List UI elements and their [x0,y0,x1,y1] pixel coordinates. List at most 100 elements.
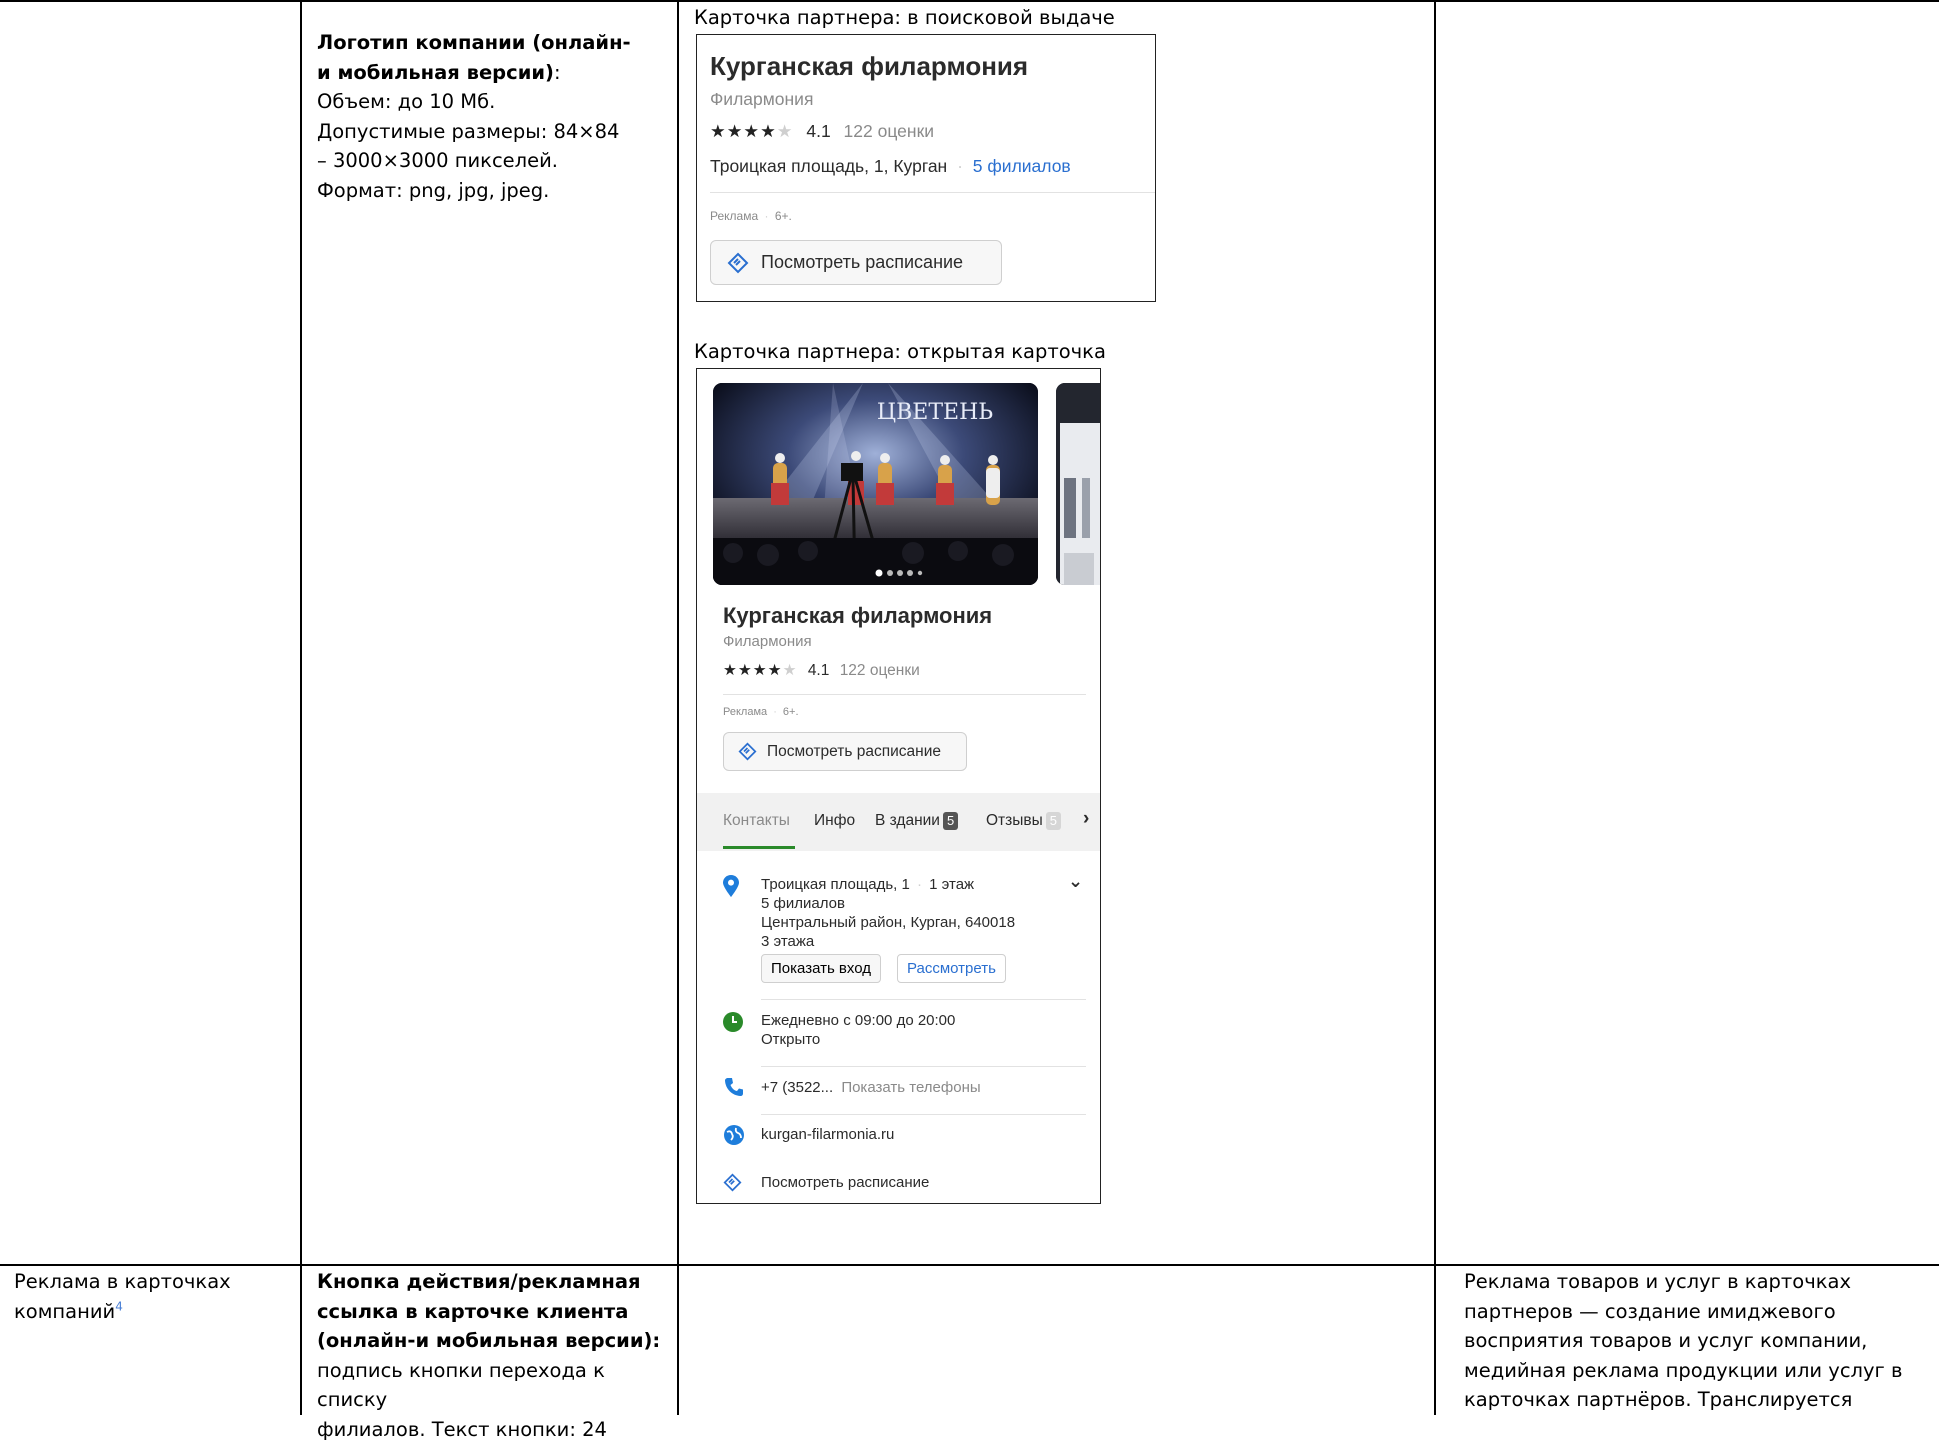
ad-label: Реклама [710,209,759,223]
rating-stars-icon: ★★★★★ [723,662,798,679]
ad-description: Реклама товаров и услуг в карточках парт… [1464,1267,1934,1415]
phone-row: +7 (3522... Показать телефоны [761,1079,981,1096]
ad-desc-line1: Реклама товаров и услуг в карточках [1464,1270,1851,1293]
show-entrance-label: Показать вход [771,960,871,977]
search-card-title[interactable]: Курганская филармония [710,51,1028,82]
ad-desc-line2: партнеров — создание имиджевого [1464,1299,1836,1323]
action-heading-line3: (онлайн-и мобильная версии): [317,1329,661,1353]
open-card-rating-row: ★★★★★ 4.1 122 оценки [723,661,920,680]
ad-in-cards-label: Реклама в карточках компаний4 [14,1267,294,1326]
open-card-divider [723,694,1086,695]
ad-desc-line3: восприятия товаров и услуг компании, [1464,1329,1868,1353]
building-photo[interactable] [1056,383,1100,585]
open-card-ad-label: Реклама · 6+. [723,706,799,718]
ticket-icon [727,252,749,273]
rating-stars-icon: ★★★★★ [710,121,794,141]
floors-text: 3 этажа [761,933,815,950]
logo-heading-line1: Логотип компании (онлайн- [317,31,631,54]
age-rating: 6+. [774,209,792,223]
contacts-divider [761,999,1086,1000]
search-card-ad-label: Реклама · 6+. [710,209,792,223]
open-card-schedule-button[interactable]: Посмотреть расписание [723,732,967,771]
rating-count: 122 оценки [839,662,920,679]
globe-icon [724,1125,744,1145]
view-button[interactable]: Рассмотреть [897,954,1006,983]
tabs-scroll-right-icon[interactable]: › [1083,808,1089,830]
tab-in-building-badge: 5 [942,812,959,830]
action-heading-line1: Кнопка действия/рекламная [317,1270,641,1293]
document-page: Логотип компании (онлайн- и мобильная ве… [0,0,1939,1441]
schedule-button-label: Посмотреть расписание [767,742,942,760]
open-card-tabs: Контакты Инфо В здании 5 Отзывы 5 › [697,793,1100,851]
contacts-divider [761,1114,1086,1115]
footnote-ref[interactable]: 4 [115,1299,123,1313]
show-phones-link[interactable]: Показать телефоны [841,1079,980,1096]
logo-format: Формат: png, jpg, jpeg. [317,178,550,202]
action-desc-line2: филиалов. Текст кнопки: 24 [317,1417,607,1441]
concert-stage-image: ЦВЕТЕНЬ [713,383,1038,585]
open-card-category: Филармония [723,633,812,650]
tab-reviews-badge: 5 [1045,812,1062,830]
action-button-requirements: Кнопка действия/рекламная ссылка в карто… [317,1267,672,1445]
address-line: Троицкая площадь, 1 · 1 этаж [761,876,974,893]
logo-dimensions-max: – 3000×3000 пикселей. [317,149,558,173]
action-desc-line1: подпись кнопки перехода к списку [317,1358,605,1412]
logo-size-limit: Объем: до 10 Мб. [317,90,496,114]
hours-text: Ежедневно с 09:00 до 20:00 [761,1012,956,1029]
show-entrance-button[interactable]: Показать вход [761,954,881,983]
tab-info[interactable]: Инфо [814,812,855,830]
ad-desc-line4: медийная реклама продукции или услуг в [1464,1358,1903,1382]
search-card-rating-row: ★★★★★ 4.1 122 оценки [710,121,934,142]
table-col-divider-2 [677,0,679,1415]
search-card-address-row: Троицкая площадь, 1, Курган · 5 филиалов [710,156,1071,177]
active-tab-indicator [723,846,795,849]
contacts-divider [761,1066,1086,1067]
rating-value: 4.1 [806,121,831,141]
age-rating: 6+. [782,706,799,718]
clock-icon [723,1012,743,1032]
schedule-button-label: Посмотреть расписание [761,252,964,272]
table-border-top [0,0,1939,2]
floor-text: 1 этаж [929,876,975,893]
heading-colon: : [553,60,561,84]
logo-heading-line2: и мобильная версии) [317,60,554,84]
building-image [1056,383,1100,585]
tab-reviews-label: Отзывы [986,812,1043,829]
table-row-divider [0,1264,1939,1266]
rating-value: 4.1 [807,662,830,679]
dot-separator: · [917,876,922,893]
ad-in-cards-line1: Реклама в карточках [14,1270,231,1293]
caption-open-card: Карточка партнера: открытая карточка [694,340,1106,363]
tab-contacts[interactable]: Контакты [723,812,790,830]
search-card-category: Филармония [710,89,814,109]
schedule-button[interactable]: Посмотреть расписание [710,240,1002,285]
caption-search-card: Карточка партнера: в поисковой выдаче [694,6,1115,29]
ad-desc-line5: карточках партнёров. Транслируется [1464,1388,1853,1412]
ticket-icon [723,1173,742,1192]
search-card-divider [710,192,1155,193]
phone-icon [725,1078,743,1096]
location-pin-icon [723,875,739,897]
ticket-icon [738,742,757,761]
concert-photo[interactable]: ЦВЕТЕНЬ [713,383,1038,585]
branches-link[interactable]: 5 филиалов [761,895,845,912]
rating-count: 122 оценки [843,121,934,141]
tab-in-building-label: В здании [875,812,940,829]
table-col-divider-3 [1434,0,1436,1415]
dot-separator: · [764,209,769,223]
open-card: ЦВЕТЕНЬ Курганская филармония Филармония… [696,368,1101,1204]
stage-sign: ЦВЕТЕНЬ [877,400,993,425]
tab-reviews[interactable]: Отзывы 5 [986,812,1062,830]
search-card-branches-link[interactable]: 5 филиалов [973,156,1071,176]
website-link[interactable]: kurgan-filarmonia.ru [761,1126,894,1143]
logo-dimensions: Допустимые размеры: 84×84 [317,119,620,143]
schedule-link[interactable]: Посмотреть расписание [761,1174,929,1191]
chevron-down-icon[interactable]: ⌄ [1068,871,1083,892]
search-result-card[interactable]: Курганская филармония Филармония ★★★★★ 4… [696,34,1156,302]
address-text: Троицкая площадь, 1 [761,876,910,893]
open-card-title: Курганская филармония [723,603,993,628]
tab-in-building[interactable]: В здании 5 [875,812,959,830]
view-button-label: Рассмотреть [907,960,996,977]
dot-separator: · [773,706,777,718]
logo-requirements: Логотип компании (онлайн- и мобильная ве… [317,28,667,206]
